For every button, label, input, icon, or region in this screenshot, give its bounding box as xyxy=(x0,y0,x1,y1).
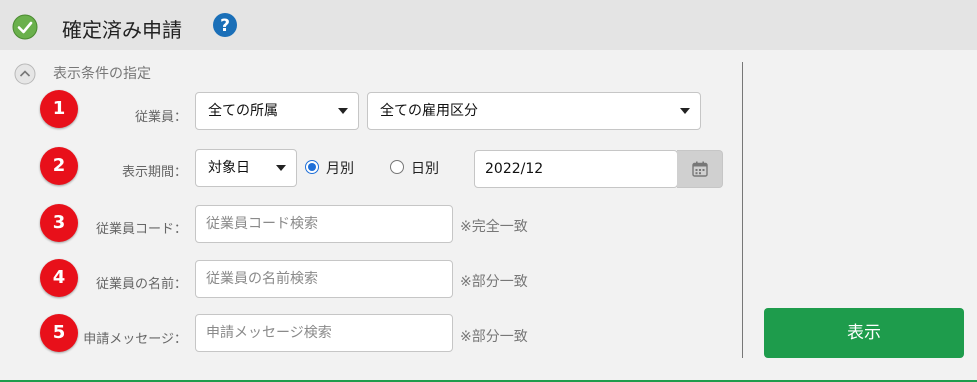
section-title: 表示条件の指定 xyxy=(53,66,151,82)
vertical-divider xyxy=(742,62,743,358)
department-select[interactable]: 全ての所属 xyxy=(195,92,359,130)
partial-match-note: ※部分一致 xyxy=(460,329,528,345)
employee-code-input[interactable]: 従業員コード検索 xyxy=(195,205,453,243)
step-badge-3: 3 xyxy=(40,204,78,242)
radio-daily-label[interactable]: 日別 xyxy=(411,158,439,178)
message-input[interactable]: 申請メッセージ検索 xyxy=(195,314,453,352)
date-input[interactable]: 2022/12 xyxy=(474,150,678,188)
filter-panel: 表示条件の指定 1 従業員： 全ての所属 全ての雇用区分 2 表示期間： 対象日… xyxy=(0,50,977,382)
calendar-button[interactable] xyxy=(677,150,723,188)
chevron-up-icon[interactable] xyxy=(14,63,36,85)
step-badge-1: 1 xyxy=(40,90,78,128)
employment-type-select[interactable]: 全ての雇用区分 xyxy=(367,92,701,130)
display-button[interactable]: 表示 xyxy=(764,308,964,358)
chevron-down-icon xyxy=(276,165,286,171)
page-title: 確定済み申請 xyxy=(62,18,182,42)
radio-monthly-label[interactable]: 月別 xyxy=(326,158,354,178)
employee-name-label: 従業員の名前： xyxy=(95,277,187,292)
svg-text:?: ? xyxy=(220,16,230,36)
question-circle-icon[interactable]: ? xyxy=(212,12,238,38)
step-badge-5: 5 xyxy=(40,314,78,352)
department-select-value: 全ての所属 xyxy=(208,103,278,119)
message-label: 申請メッセージ： xyxy=(83,332,187,347)
calendar-icon xyxy=(692,161,708,177)
employment-type-select-value: 全ての雇用区分 xyxy=(380,103,478,119)
radio-monthly[interactable] xyxy=(305,160,319,174)
check-circle-icon xyxy=(12,14,38,40)
chevron-down-icon xyxy=(338,108,348,114)
employee-code-label: 従業員コード： xyxy=(95,222,187,237)
exact-match-note: ※完全一致 xyxy=(460,219,528,235)
date-type-select[interactable]: 対象日 xyxy=(195,149,297,187)
employee-label: 従業員： xyxy=(134,110,187,125)
step-badge-2: 2 xyxy=(40,147,78,185)
chevron-down-icon xyxy=(680,108,690,114)
employee-name-input[interactable]: 従業員の名前検索 xyxy=(195,260,453,298)
period-label: 表示期間： xyxy=(121,165,187,180)
date-type-select-value: 対象日 xyxy=(208,160,250,176)
radio-daily[interactable] xyxy=(390,160,404,174)
step-badge-4: 4 xyxy=(40,259,78,297)
page-header: 確定済み申請 ? xyxy=(0,0,977,50)
partial-match-note: ※部分一致 xyxy=(460,274,528,290)
